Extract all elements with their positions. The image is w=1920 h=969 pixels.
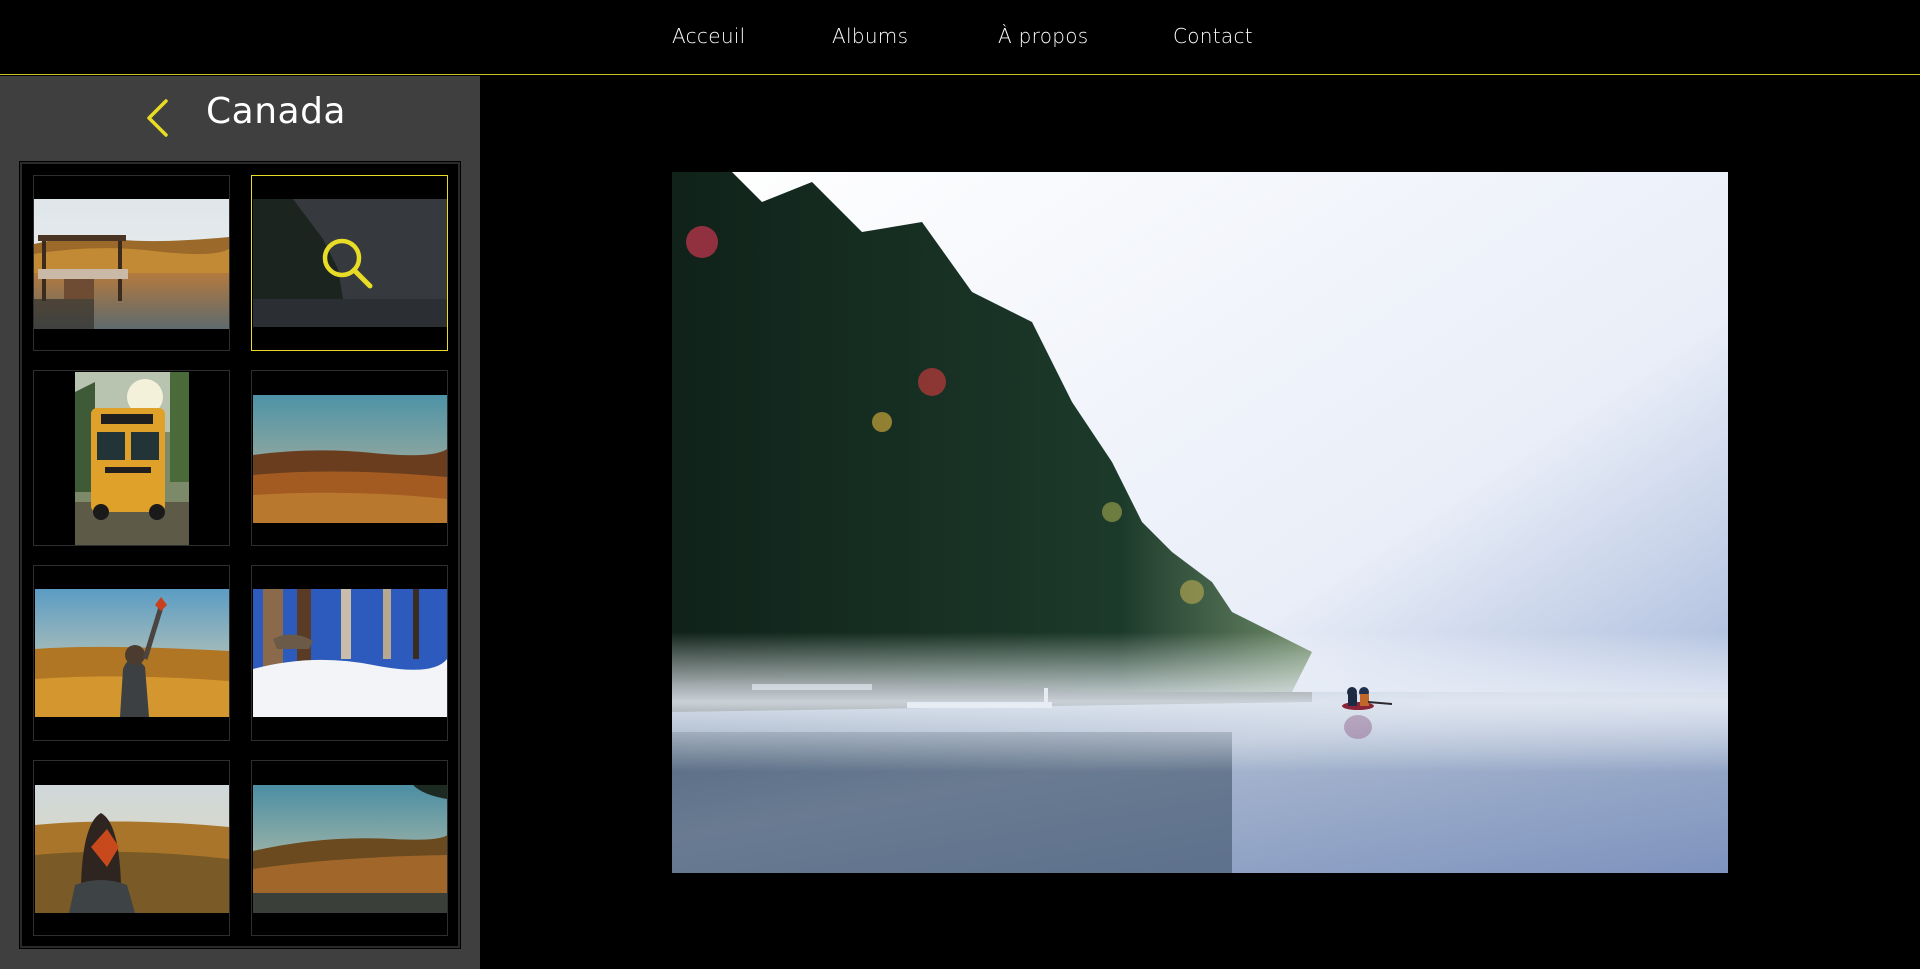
album-title: Canada <box>206 91 346 132</box>
thumb-autumn-lake[interactable] <box>251 760 448 936</box>
photo-misty-lake-canoe <box>672 172 1728 873</box>
nav-link-albums[interactable]: Albums <box>832 24 908 48</box>
main-photo[interactable] <box>672 172 1728 873</box>
thumb-autumn-plain[interactable] <box>251 370 448 546</box>
thumb-lake-dock[interactable] <box>33 175 230 351</box>
photo-snow-forest <box>253 589 447 717</box>
nav-link-about[interactable]: À propos <box>998 24 1089 48</box>
thumb-misty-lake[interactable] <box>251 175 448 351</box>
top-navigation: Acceuil Albums À propos Contact <box>0 0 1920 75</box>
thumb-snow-forest[interactable] <box>251 565 448 741</box>
photo-woman-face-leaf <box>35 785 229 913</box>
photo-autumn-lake <box>253 785 447 913</box>
photo-school-bus <box>75 372 189 545</box>
photo-woman-leaf <box>35 589 229 717</box>
thumb-school-bus[interactable] <box>33 370 230 546</box>
thumbnail-grid <box>19 161 461 949</box>
search-icon <box>322 238 373 289</box>
photo-lake-dock <box>34 199 229 329</box>
nav-link-home[interactable]: Acceuil <box>672 24 746 48</box>
nav-link-contact[interactable]: Contact <box>1173 24 1253 48</box>
photo-autumn-plain <box>253 395 447 523</box>
thumb-woman-leaf[interactable] <box>33 565 230 741</box>
back-button[interactable] <box>140 97 176 139</box>
thumb-woman-face-leaf[interactable] <box>33 760 230 936</box>
chevron-left-icon <box>147 99 168 137</box>
album-sidebar: Canada <box>0 76 480 969</box>
